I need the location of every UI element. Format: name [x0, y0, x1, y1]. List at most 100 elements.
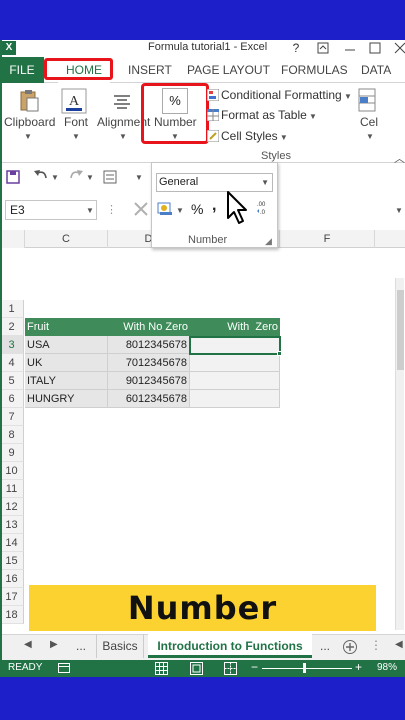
- row-header[interactable]: 11: [0, 480, 24, 498]
- help-button[interactable]: ?: [289, 40, 303, 56]
- percent-style-button[interactable]: %: [191, 201, 203, 217]
- comma-style-button[interactable]: ,: [212, 197, 216, 215]
- redo-caret-icon[interactable]: ▼: [86, 173, 94, 182]
- sheet-bar-splitter-icon[interactable]: ⋮: [370, 638, 382, 652]
- header-with-no-zero[interactable]: With No Zero: [108, 318, 190, 336]
- row-header[interactable]: 5: [0, 372, 24, 390]
- new-sheet-icon[interactable]: [342, 639, 358, 658]
- row-header[interactable]: 13: [0, 516, 24, 534]
- column-header-c[interactable]: C: [25, 230, 108, 248]
- sheet-tab-basics[interactable]: Basics: [96, 634, 144, 658]
- save-icon[interactable]: [6, 170, 20, 187]
- sheet-scroll-right-icon[interactable]: ▶: [50, 639, 58, 650]
- vertical-scrollbar-thumb[interactable]: [397, 290, 404, 370]
- cell-styles-button[interactable]: Cell Styles ▼: [206, 126, 288, 146]
- row-header[interactable]: 2: [0, 318, 24, 336]
- number-format-select[interactable]: General ▼: [156, 173, 273, 192]
- tab-file[interactable]: FILE: [0, 57, 44, 83]
- fill-handle[interactable]: [277, 351, 282, 356]
- maximize-icon[interactable]: [368, 40, 382, 56]
- row-header[interactable]: 8: [0, 426, 24, 444]
- row-header[interactable]: 12: [0, 498, 24, 516]
- worksheet-grid[interactable]: [0, 230, 405, 634]
- accounting-format-icon[interactable]: [157, 201, 173, 220]
- cancel-entry-icon[interactable]: [132, 200, 150, 221]
- cell-with-no-zero[interactable]: 9012345678: [108, 372, 190, 390]
- cell-fruit[interactable]: ITALY: [25, 372, 108, 390]
- close-icon[interactable]: [393, 40, 405, 56]
- zoom-slider-track[interactable]: [262, 668, 352, 669]
- row-header[interactable]: 15: [0, 552, 24, 570]
- zoom-out-icon[interactable]: −: [251, 660, 258, 674]
- zoom-level[interactable]: 98%: [377, 662, 397, 673]
- sheet-tab-introduction-to-functions[interactable]: Introduction to Functions: [148, 634, 312, 658]
- sheet-scroll-left-icon[interactable]: ◀: [24, 639, 32, 650]
- number-dialog-launcher-icon[interactable]: ◢: [265, 236, 272, 247]
- macro-record-icon[interactable]: [58, 662, 70, 677]
- format-as-table-button[interactable]: Format as Table ▼: [206, 105, 317, 125]
- alignment-icon[interactable]: [109, 88, 135, 117]
- sheet-tabs-more-right[interactable]: ...: [315, 634, 335, 658]
- row-header[interactable]: 1: [0, 300, 24, 318]
- tab-page-layout[interactable]: PAGE LAYOUT: [187, 57, 270, 83]
- expand-formula-bar-icon[interactable]: ▼: [395, 206, 403, 215]
- name-box[interactable]: E3: [5, 200, 97, 220]
- cell-with-zero[interactable]: [190, 390, 280, 408]
- row-header[interactable]: 7: [0, 408, 24, 426]
- select-all-corner[interactable]: [0, 230, 25, 248]
- row-header[interactable]: 17: [0, 588, 24, 606]
- font-caret-icon[interactable]: ▼: [72, 132, 80, 141]
- cell-with-zero[interactable]: [190, 354, 280, 372]
- undo-icon[interactable]: [33, 169, 49, 186]
- tab-data[interactable]: DATA: [361, 57, 391, 83]
- cell-with-zero[interactable]: [190, 372, 280, 390]
- decrease-decimal-icon[interactable]: .00.0: [256, 199, 274, 218]
- name-box-caret-icon[interactable]: ▼: [86, 206, 94, 215]
- row-header[interactable]: 9: [0, 444, 24, 462]
- normal-view-icon[interactable]: [155, 662, 168, 677]
- sheet-tabs-more-left[interactable]: ...: [70, 634, 92, 658]
- header-fruit[interactable]: Fruit: [25, 318, 108, 336]
- form-icon[interactable]: [103, 170, 117, 187]
- header-with-zero[interactable]: With Zero: [190, 318, 280, 336]
- customize-toolbar-icon[interactable]: ▼: [135, 173, 143, 182]
- zoom-slider-thumb[interactable]: [303, 663, 306, 673]
- cell-with-no-zero[interactable]: 6012345678: [108, 390, 190, 408]
- conditional-formatting-button[interactable]: Conditional Formatting ▼: [206, 85, 352, 105]
- cell-with-no-zero[interactable]: 7012345678: [108, 354, 190, 372]
- cell-fruit[interactable]: UK: [25, 354, 108, 372]
- row-header[interactable]: 14: [0, 534, 24, 552]
- undo-caret-icon[interactable]: ▼: [51, 173, 59, 182]
- cell-with-no-zero[interactable]: 8012345678: [108, 336, 190, 354]
- minimize-icon[interactable]: [343, 40, 357, 56]
- page-break-view-icon[interactable]: [224, 662, 237, 677]
- page-layout-view-icon[interactable]: [190, 662, 203, 677]
- font-icon[interactable]: A: [61, 88, 87, 117]
- vertical-scrollbar[interactable]: [395, 278, 404, 630]
- cells-group-label[interactable]: Cel: [360, 115, 378, 129]
- zoom-in-icon[interactable]: +: [355, 660, 362, 674]
- cells-icon[interactable]: [358, 88, 376, 117]
- cell-fruit[interactable]: HUNGRY: [25, 390, 108, 408]
- row-header[interactable]: 3: [0, 336, 24, 354]
- clipboard-icon[interactable]: [16, 88, 42, 117]
- column-header-f[interactable]: F: [280, 230, 375, 248]
- redo-icon[interactable]: [68, 169, 84, 186]
- font-group-label[interactable]: Font: [64, 115, 88, 129]
- row-header[interactable]: 6: [0, 390, 24, 408]
- clipboard-caret-icon[interactable]: ▼: [24, 132, 32, 141]
- row-header[interactable]: 4: [0, 354, 24, 372]
- tab-formulas[interactable]: FORMULAS: [281, 57, 348, 83]
- clipboard-group-label[interactable]: Clipboard: [4, 115, 55, 129]
- cell-fruit[interactable]: USA: [25, 336, 108, 354]
- row-header[interactable]: 10: [0, 462, 24, 480]
- alignment-caret-icon[interactable]: ▼: [119, 132, 127, 141]
- cells-caret-icon[interactable]: ▼: [366, 132, 374, 141]
- row-header[interactable]: 18: [0, 606, 24, 624]
- ribbon-display-icon[interactable]: [316, 40, 330, 56]
- horizontal-scroll-left-icon[interactable]: ◀: [395, 639, 403, 650]
- tab-insert[interactable]: INSERT: [128, 57, 172, 83]
- accounting-caret-icon[interactable]: ▼: [176, 206, 184, 215]
- row-header[interactable]: 16: [0, 570, 24, 588]
- selected-cell-e3[interactable]: [189, 336, 281, 355]
